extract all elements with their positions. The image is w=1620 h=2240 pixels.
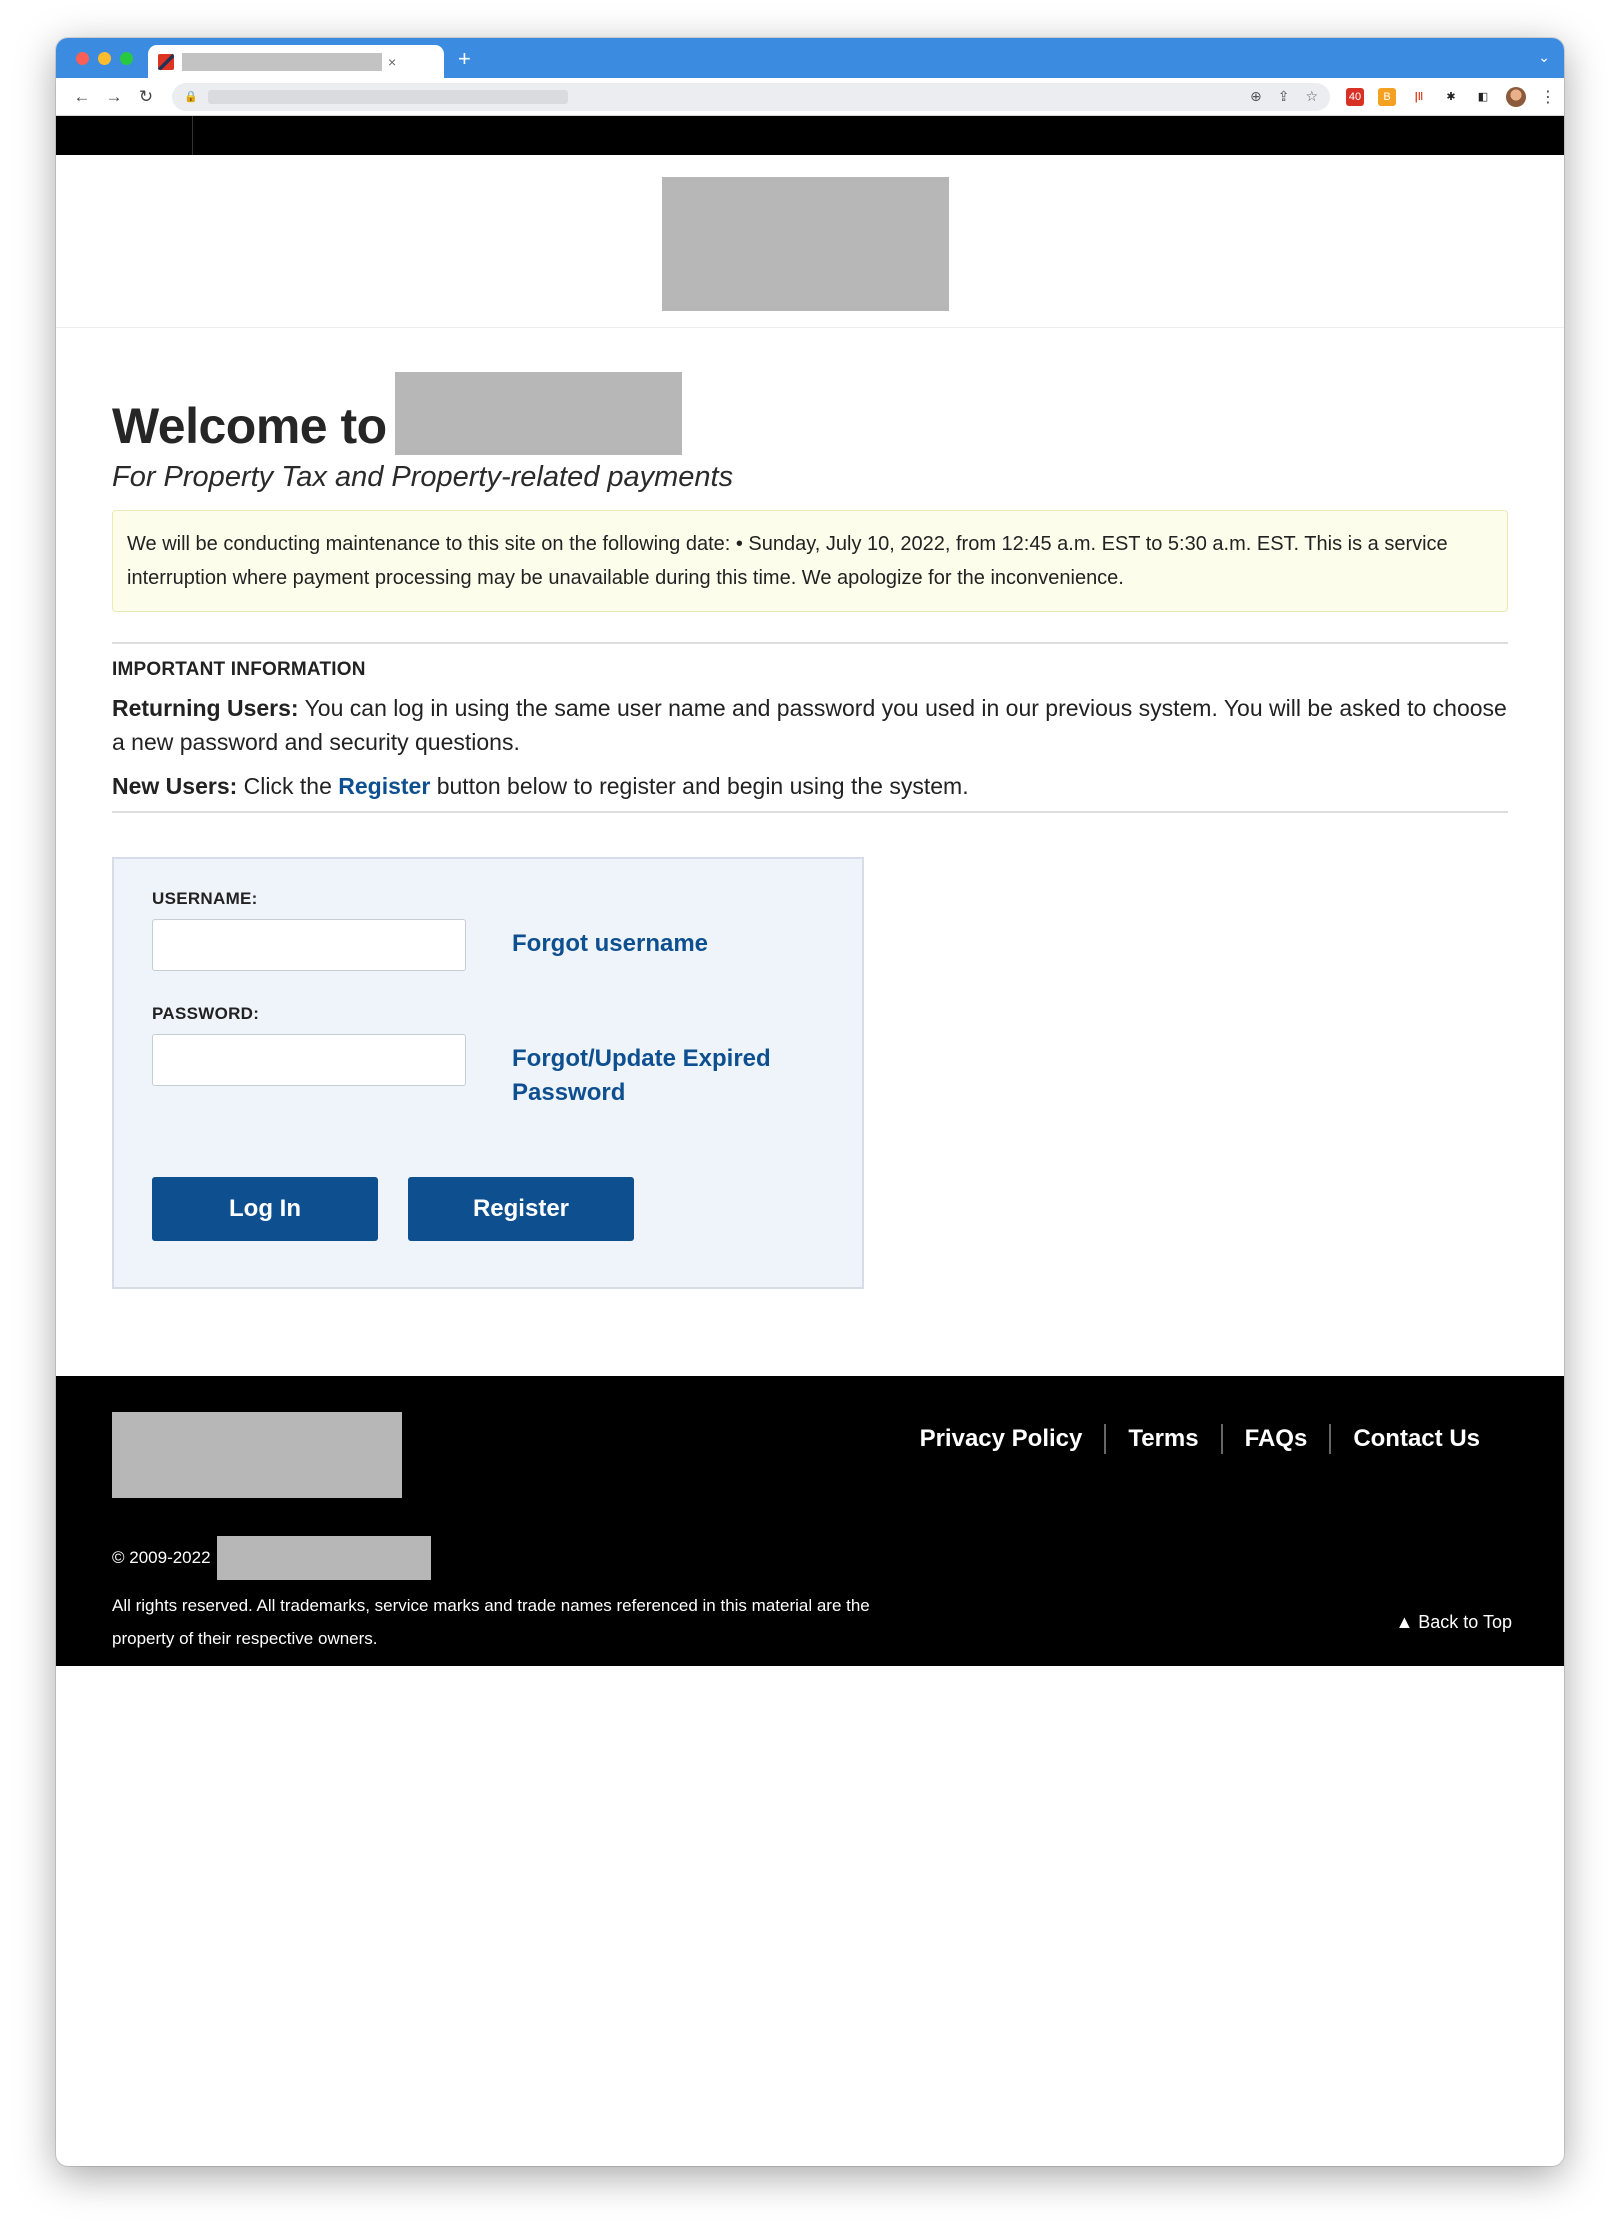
forgot-password-link[interactable]: Forgot/Update Expired Password xyxy=(512,1042,812,1110)
username-label: USERNAME: xyxy=(152,889,258,908)
register-button[interactable]: Register xyxy=(408,1177,634,1241)
gmail-extension-icon[interactable]: 40 xyxy=(1346,87,1364,106)
copyright-owner-redacted xyxy=(216,1536,431,1580)
minimize-window-button[interactable] xyxy=(98,52,111,65)
reload-icon[interactable]: ↻ xyxy=(130,87,162,107)
new-tab-button[interactable]: + xyxy=(458,46,471,72)
red-extension-icon[interactable]: |‖ xyxy=(1410,87,1428,106)
main-content: Welcome to For Property Tax and Property… xyxy=(56,372,1564,1289)
back-to-top-link[interactable]: ▲ Back to Top xyxy=(1395,1612,1512,1633)
page-subtitle: For Property Tax and Property-related pa… xyxy=(112,461,734,493)
window-controls xyxy=(76,52,133,65)
tab-search-icon[interactable]: ⌄ xyxy=(1538,49,1550,66)
zoom-icon[interactable]: ⊕ xyxy=(1250,88,1262,105)
contact-us-link[interactable]: Contact Us xyxy=(1331,1425,1502,1453)
share-icon[interactable]: ⇪ xyxy=(1278,88,1290,105)
maximize-window-button[interactable] xyxy=(120,52,133,65)
new-users-info: New Users: Click the Register button bel… xyxy=(112,769,1508,803)
faqs-link[interactable]: FAQs xyxy=(1223,1425,1330,1453)
tab-close-icon[interactable]: × xyxy=(388,54,396,70)
site-name-redacted xyxy=(394,372,682,455)
browser-menu-icon[interactable]: ⋮ xyxy=(1540,87,1556,107)
rights-text: All rights reserved. All trademarks, ser… xyxy=(112,1596,870,1648)
login-button[interactable]: Log In xyxy=(152,1177,378,1241)
top-bar-divider xyxy=(192,116,193,155)
maintenance-alert: We will be conducting maintenance to thi… xyxy=(112,510,1508,612)
tab-strip: × + ⌄ xyxy=(56,38,1564,78)
extensions-puzzle-icon[interactable]: ✱ xyxy=(1442,87,1460,106)
site-favicon-icon xyxy=(158,53,174,70)
site-top-bar xyxy=(56,116,1564,155)
footer-logo-redacted[interactable] xyxy=(112,1412,402,1498)
site-logo-redacted[interactable] xyxy=(662,177,949,311)
new-users-text-1: Click the xyxy=(237,773,339,799)
orange-extension-icon[interactable]: B xyxy=(1378,87,1396,106)
new-users-label: New Users: xyxy=(112,773,238,799)
back-icon[interactable]: ← xyxy=(66,87,98,107)
copyright-text: © 2009-2022 xyxy=(112,1548,211,1567)
username-input[interactable] xyxy=(152,919,466,971)
register-inline-link[interactable]: Register xyxy=(338,773,430,799)
tab-title-redacted xyxy=(182,52,382,71)
copyright: © 2009-2022 xyxy=(112,1536,431,1580)
lock-icon[interactable]: 🔒 xyxy=(184,90,198,103)
profile-avatar[interactable] xyxy=(1506,86,1526,107)
footer-nav: Privacy Policy Terms FAQs Contact Us xyxy=(898,1424,1502,1454)
browser-toolbar: ← → ↻ 🔒 ⊕ ⇪ ☆ 40 B |‖ ✱ ◧ ⋮ xyxy=(56,78,1564,116)
close-window-button[interactable] xyxy=(76,52,89,65)
side-panel-icon[interactable]: ◧ xyxy=(1474,87,1492,106)
returning-users-text: You can log in using the same user name … xyxy=(112,695,1507,755)
password-input[interactable] xyxy=(152,1034,466,1086)
login-form: USERNAME: Forgot username PASSWORD: Forg… xyxy=(112,857,864,1289)
returning-users-label: Returning Users: xyxy=(112,695,299,721)
page-title: Welcome to xyxy=(112,398,387,454)
divider xyxy=(112,811,1508,813)
new-users-text-2: button below to register and begin using… xyxy=(430,773,969,799)
terms-link[interactable]: Terms xyxy=(1106,1425,1220,1453)
site-header xyxy=(56,155,1564,328)
bookmark-star-icon[interactable]: ☆ xyxy=(1305,88,1318,105)
important-info-heading: IMPORTANT INFORMATION xyxy=(112,659,366,680)
address-bar[interactable]: 🔒 ⊕ ⇪ ☆ xyxy=(172,82,1330,111)
password-label: PASSWORD: xyxy=(152,1004,260,1023)
welcome-heading-row: Welcome to xyxy=(112,372,1508,455)
returning-users-info: Returning Users: You can log in using th… xyxy=(112,691,1508,759)
url-redacted xyxy=(207,89,568,104)
browser-window: × + ⌄ ← → ↻ 🔒 ⊕ ⇪ ☆ 40 B |‖ ✱ ◧ ⋮ Welcom… xyxy=(56,38,1564,2166)
site-footer: Privacy Policy Terms FAQs Contact Us © 2… xyxy=(56,1376,1564,1666)
forward-icon[interactable]: → xyxy=(98,87,130,107)
browser-tab[interactable]: × xyxy=(148,45,444,78)
privacy-policy-link[interactable]: Privacy Policy xyxy=(898,1425,1105,1453)
forgot-username-link[interactable]: Forgot username xyxy=(512,927,708,961)
divider xyxy=(112,642,1508,644)
